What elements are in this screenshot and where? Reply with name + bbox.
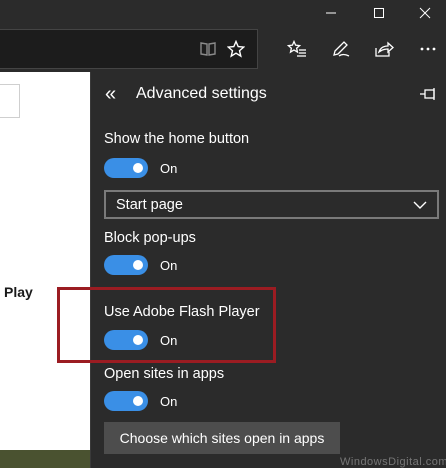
page-search-field[interactable] — [0, 84, 20, 118]
minimize-button[interactable] — [308, 0, 354, 26]
more-icon — [420, 47, 436, 51]
maximize-button[interactable] — [356, 0, 402, 26]
choose-sites-button[interactable]: Choose which sites open in apps — [104, 422, 340, 454]
browser-toolbar — [0, 26, 446, 72]
minimize-icon — [326, 12, 336, 14]
close-icon — [419, 7, 431, 19]
home-page-select-value: Start page — [116, 197, 183, 213]
address-bar[interactable] — [0, 29, 258, 69]
popups-state: On — [160, 258, 178, 273]
open-in-apps-toggle[interactable] — [104, 391, 148, 411]
chevron-down-icon — [413, 201, 427, 209]
share-button[interactable] — [362, 26, 406, 72]
more-button[interactable] — [410, 26, 446, 72]
favorites-hub-icon — [287, 40, 306, 57]
popups-label: Block pop-ups — [104, 230, 196, 246]
panel-header: « Advanced settings — [91, 72, 446, 118]
highlight-box — [57, 287, 276, 363]
toggle-knob — [133, 260, 143, 270]
back-chevron-icon[interactable]: « — [105, 84, 116, 104]
open-in-apps-label: Open sites in apps — [104, 366, 225, 382]
toggle-knob — [133, 163, 143, 173]
page-image — [0, 450, 90, 468]
home-button-state: On — [160, 161, 178, 176]
web-note-icon — [333, 41, 350, 57]
popups-toggle[interactable] — [104, 255, 148, 275]
web-note-button[interactable] — [319, 26, 363, 72]
share-icon — [375, 41, 394, 57]
favorites-hub-button[interactable] — [275, 26, 319, 72]
title-bar — [0, 0, 446, 26]
add-favorite-button[interactable] — [214, 26, 258, 72]
pin-icon[interactable] — [419, 86, 437, 102]
maximize-icon — [374, 8, 384, 18]
page-text-fragment: Play — [4, 284, 33, 300]
toggle-knob — [133, 396, 143, 406]
panel-title: Advanced settings — [136, 85, 267, 102]
home-button-label: Show the home button — [104, 131, 250, 147]
open-in-apps-state: On — [160, 394, 178, 409]
home-page-select[interactable]: Start page — [104, 190, 439, 219]
advanced-settings-panel: « Advanced settings Show the home button… — [90, 72, 446, 468]
close-button[interactable] — [404, 0, 446, 26]
web-page-content: Play — [0, 72, 90, 468]
watermark: WindowsDigital.com — [340, 456, 446, 468]
home-button-toggle[interactable] — [104, 158, 148, 178]
favorite-star-icon — [227, 40, 245, 58]
